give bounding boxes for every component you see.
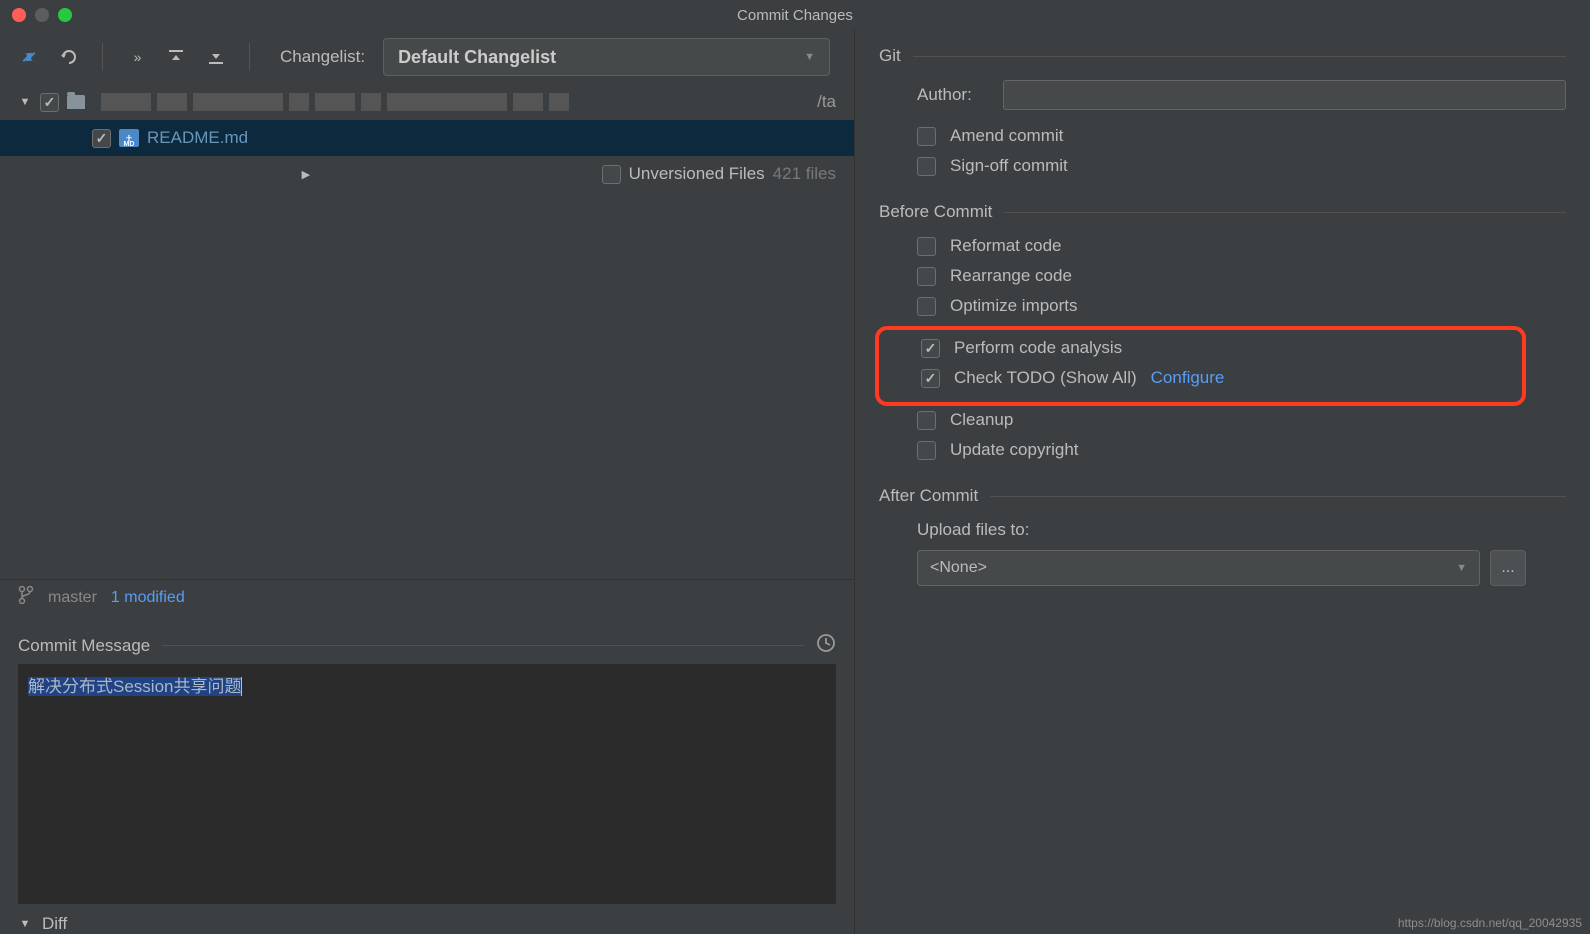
unversioned-checkbox[interactable] — [602, 165, 621, 184]
analysis-checkbox[interactable] — [921, 339, 940, 358]
configure-link[interactable]: Configure — [1151, 368, 1225, 388]
amend-label: Amend commit — [950, 126, 1063, 146]
upload-value: <None> — [930, 559, 987, 577]
unversioned-label: Unversioned Files — [629, 164, 765, 184]
chevron-right-double-icon[interactable]: » — [125, 46, 147, 68]
folder-icon — [67, 95, 85, 109]
diff-section[interactable]: Diff — [0, 904, 854, 934]
copyright-label: Update copyright — [950, 440, 1079, 460]
git-section-label: Git — [879, 46, 901, 66]
before-commit-label: Before Commit — [879, 202, 992, 222]
amend-checkbox[interactable] — [917, 127, 936, 146]
changelist-dropdown[interactable]: Default Changelist ▼ — [383, 38, 830, 76]
changelist-label: Changelist: — [280, 47, 365, 67]
obscured-path — [101, 93, 569, 111]
root-checkbox[interactable] — [40, 93, 59, 112]
collapse-up-icon[interactable] — [165, 46, 187, 68]
tree-file-row[interactable]: ⵜ README.md — [0, 120, 854, 156]
more-button[interactable]: ... — [1490, 550, 1526, 586]
todo-label: Check TODO (Show All) — [954, 368, 1137, 388]
file-checkbox[interactable] — [92, 129, 111, 148]
chevron-right-icon[interactable] — [18, 162, 594, 186]
undo-icon[interactable] — [58, 46, 80, 68]
minimize-window-button[interactable] — [35, 8, 49, 22]
commit-message-label: Commit Message — [18, 636, 150, 656]
optimize-checkbox[interactable] — [917, 297, 936, 316]
reformat-checkbox[interactable] — [917, 237, 936, 256]
diff-label: Diff — [42, 914, 67, 934]
history-icon[interactable] — [816, 633, 836, 658]
close-window-button[interactable] — [12, 8, 26, 22]
author-label: Author: — [917, 85, 989, 105]
collapse-down-icon[interactable] — [205, 46, 227, 68]
markdown-file-icon: ⵜ — [119, 129, 139, 147]
divider — [990, 496, 1566, 497]
author-input[interactable] — [1003, 80, 1566, 110]
file-tree: /ta ⵜ README.md Unversioned Files 421 fi… — [0, 84, 854, 579]
divider — [1004, 212, 1566, 213]
after-commit-label: After Commit — [879, 486, 978, 506]
titlebar: Commit Changes — [0, 0, 1590, 30]
upload-dropdown[interactable]: <None> ▼ — [917, 550, 1480, 586]
todo-checkbox[interactable] — [921, 369, 940, 388]
branch-status: master 1 modified — [0, 579, 854, 615]
modified-link[interactable]: 1 modified — [111, 589, 185, 607]
signoff-checkbox[interactable] — [917, 157, 936, 176]
chevron-down-icon[interactable] — [18, 95, 32, 109]
divider — [162, 645, 804, 646]
window-title: Commit Changes — [737, 7, 853, 24]
chevron-down-icon[interactable] — [18, 917, 32, 931]
analysis-label: Perform code analysis — [954, 338, 1122, 358]
cleanup-checkbox[interactable] — [917, 411, 936, 430]
reformat-label: Reformat code — [950, 236, 1062, 256]
tree-unversioned-row[interactable]: Unversioned Files 421 files — [0, 156, 854, 192]
cleanup-label: Cleanup — [950, 410, 1013, 430]
commit-message-text: 解决分布式Session共享问题 — [28, 677, 241, 696]
watermark: https://blog.csdn.net/qq_20042935 — [1398, 916, 1582, 930]
branch-icon — [18, 586, 34, 609]
unversioned-count: 421 files — [773, 164, 836, 184]
chevron-down-icon: ▼ — [804, 51, 815, 63]
optimize-label: Optimize imports — [950, 296, 1078, 316]
upload-files-label: Upload files to: — [917, 520, 1566, 540]
maximize-window-button[interactable] — [58, 8, 72, 22]
signoff-label: Sign-off commit — [950, 156, 1068, 176]
tree-root-row[interactable]: /ta — [0, 84, 854, 120]
branch-name: master — [48, 589, 97, 607]
chevron-down-icon: ▼ — [1456, 562, 1467, 574]
window-controls — [12, 8, 72, 22]
rearrange-checkbox[interactable] — [917, 267, 936, 286]
highlight-box: Perform code analysis Check TODO (Show A… — [875, 326, 1526, 406]
root-path-suffix: /ta — [817, 92, 836, 112]
commit-message-input[interactable]: 解决分布式Session共享问题 — [18, 664, 836, 904]
rearrange-label: Rearrange code — [950, 266, 1072, 286]
changelist-value: Default Changelist — [398, 47, 556, 68]
copyright-checkbox[interactable] — [917, 441, 936, 460]
swap-icon[interactable] — [18, 46, 40, 68]
divider — [913, 56, 1566, 57]
file-name: README.md — [147, 128, 248, 148]
toolbar: » Changelist: Default Changelist ▼ — [0, 30, 854, 84]
